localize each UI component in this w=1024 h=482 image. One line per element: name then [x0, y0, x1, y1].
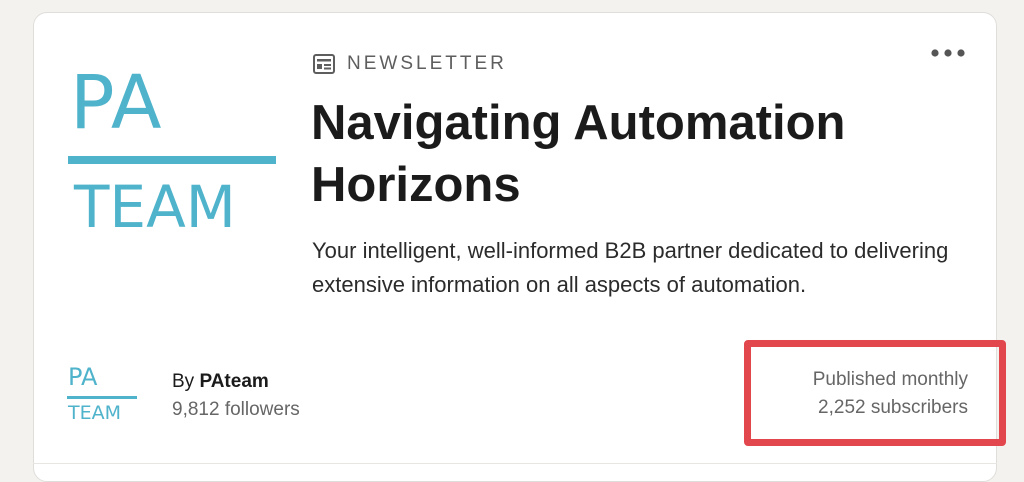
- logo-bottom-text: TEAM: [74, 173, 236, 241]
- avatar-divider: [67, 396, 137, 399]
- newsletter-logo[interactable]: PA TEAM: [68, 58, 276, 248]
- author-by-prefix: By: [172, 371, 200, 392]
- more-horizontal-icon: [931, 49, 965, 57]
- avatar-top-text: PA: [68, 363, 98, 391]
- newsletter-label: NEWSLETTER: [313, 52, 507, 76]
- author-name-link[interactable]: PAteam: [199, 371, 268, 392]
- author-info: By PAteam 9,812 followers: [172, 368, 300, 424]
- more-options-button[interactable]: [926, 40, 970, 66]
- logo-top-text: PA: [70, 60, 163, 146]
- subscriber-count: 2,252 subscribers: [818, 397, 968, 418]
- avatar-bottom-text: TEAM: [68, 402, 122, 424]
- author-byline: By PAteam: [172, 368, 300, 396]
- newsletter-icon: [313, 54, 335, 74]
- publish-frequency: Published monthly: [812, 369, 968, 390]
- newsletter-title[interactable]: Navigating Automation Horizons: [311, 92, 931, 216]
- author-followers: 9,812 followers: [172, 399, 300, 420]
- newsletter-label-text: NEWSLETTER: [347, 53, 507, 74]
- author-avatar[interactable]: PA TEAM: [67, 364, 137, 424]
- card-divider: [33, 463, 997, 464]
- newsletter-description: Your intelligent, well-informed B2B part…: [312, 238, 949, 297]
- logo-divider: [68, 156, 276, 164]
- newsletter-meta: Published monthly 2,252 subscribers: [756, 366, 968, 422]
